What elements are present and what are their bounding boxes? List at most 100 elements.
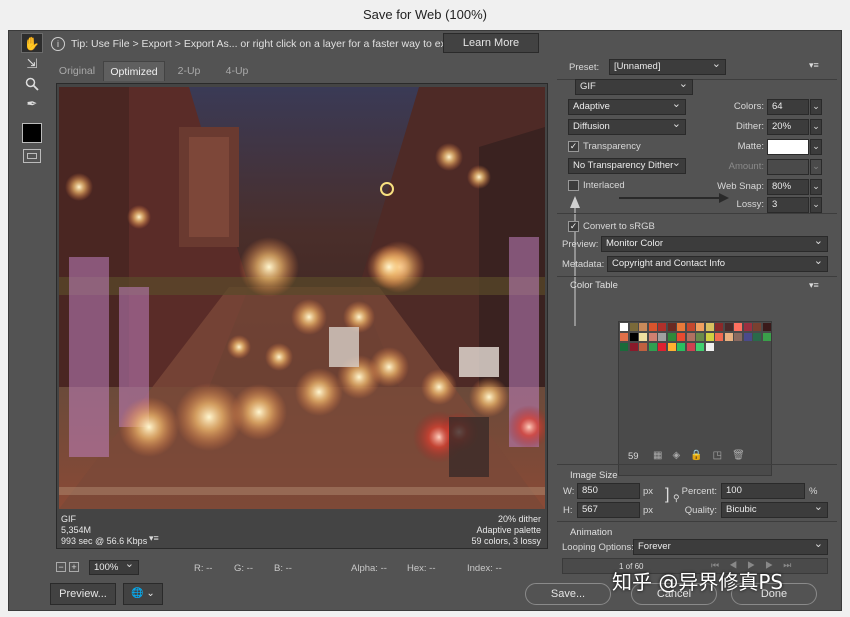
zoom-out-button[interactable]: − [56,562,66,572]
width-input[interactable]: 850 [577,483,640,499]
color-swatch[interactable] [639,343,647,351]
color-swatch[interactable] [639,333,647,341]
file-format-select[interactable]: GIF [575,79,693,95]
amount-input [767,159,809,175]
color-swatch[interactable] [677,323,685,331]
color-swatch[interactable] [753,333,761,341]
color-swatch[interactable] [620,343,628,351]
toggle-slices-visibility-icon[interactable] [23,149,41,163]
learn-more-button[interactable]: Learn More [443,33,539,53]
preset-select[interactable]: [Unnamed] [609,59,726,75]
color-swatch[interactable] [620,333,628,341]
matte-dropdown-icon[interactable]: ⌄ [810,139,822,155]
color-swatch[interactable] [639,323,647,331]
new-color-icon[interactable]: ◳ [713,450,732,461]
lossy-dropdown-icon[interactable]: ⌄ [810,197,822,213]
color-swatch[interactable] [705,343,714,351]
color-swatch[interactable] [743,323,752,331]
quality-label: Quality: [684,505,717,516]
color-swatch[interactable] [734,333,742,341]
color-swatch[interactable] [743,333,752,341]
color-swatch[interactable] [648,323,657,331]
color-swatch[interactable] [696,323,704,331]
color-swatch[interactable] [658,333,666,341]
color-swatch[interactable] [724,323,733,331]
zoom-level-select[interactable]: 100% [89,560,139,575]
transparency-dither-select[interactable]: No Transparency Dither [568,158,686,174]
height-input[interactable]: 567 [577,502,640,518]
eyedropper-tool-icon[interactable]: ✒ [21,94,43,114]
color-swatch[interactable] [696,343,704,351]
color-swatch[interactable] [677,343,685,351]
readout-alpha: Alpha: -- [351,563,387,574]
color-swatch[interactable] [648,343,657,351]
color-table-menu-icon[interactable]: ▾≡ [809,280,819,291]
preview-color-select[interactable]: Monitor Color [601,236,828,252]
dither-input[interactable]: 20% [767,119,809,135]
dither-dropdown-icon[interactable]: ⌄ [810,119,822,135]
zoom-in-button[interactable]: + [69,562,79,572]
zoom-tool-icon[interactable] [21,74,43,94]
color-swatch[interactable] [667,323,676,331]
color-swatch[interactable] [686,323,695,331]
color-swatch[interactable] [667,333,676,341]
web-snap-dropdown-icon[interactable]: ⌄ [810,179,822,195]
color-swatch[interactable] [658,343,666,351]
color-swatch[interactable] [705,323,714,331]
browser-select-button[interactable]: 🌐 ⌄ [123,583,163,605]
tab-2-up[interactable]: 2-Up [165,61,213,81]
hand-tool-icon[interactable]: ✋ [21,33,43,53]
color-swatch[interactable] [686,343,695,351]
color-swatch[interactable] [753,323,761,331]
eyedropper-color-swatch[interactable] [22,123,42,143]
color-swatch[interactable] [686,333,695,341]
lossy-input[interactable]: 3 [767,197,809,213]
color-swatch[interactable] [762,323,771,331]
last-frame-icon[interactable]: ⏭ [783,560,801,570]
dither-algorithm-select[interactable]: Diffusion [568,119,686,135]
save-for-web-dialog: ✋ ⇲ ✒ i Tip: Use File > Export > Export … [8,30,842,611]
matte-color-swatch[interactable] [767,139,809,155]
delete-color-icon[interactable]: 🗑 [732,450,755,461]
color-swatch[interactable] [648,333,657,341]
map-to-web-icon[interactable]: ▦ [653,450,672,461]
colors-dropdown-icon[interactable]: ⌄ [810,99,822,115]
color-swatch[interactable] [696,333,704,341]
percent-unit: % [809,486,818,497]
color-swatch[interactable] [629,343,638,351]
tab-original[interactable]: Original [51,61,103,81]
lock-color-icon[interactable]: 🔒 [690,450,712,461]
color-swatch[interactable] [620,323,628,331]
transparency-shift-icon[interactable]: ◈ [672,450,690,461]
colors-input[interactable]: 64 [767,99,809,115]
save-button[interactable]: Save... [525,583,611,605]
convert-srgb-checkbox[interactable]: ✓ [568,221,579,232]
preview-colors-info: 59 colors, 3 lossy [471,536,541,546]
color-swatch[interactable] [629,333,638,341]
color-swatch[interactable] [734,323,742,331]
percent-input[interactable]: 100 [721,483,805,499]
color-swatch[interactable] [705,333,714,341]
quality-select[interactable]: Bicubic [721,502,828,518]
color-swatch[interactable] [677,333,685,341]
tab-optimized[interactable]: Optimized [103,61,165,81]
color-reduction-select[interactable]: Adaptive [568,99,686,115]
web-snap-input[interactable]: 80% [767,179,809,195]
preview-in-browser-button[interactable]: Preview... [50,583,116,605]
looping-options-select[interactable]: Forever [633,539,828,555]
transparency-checkbox[interactable]: ✓ [568,141,579,152]
preview-image[interactable] [59,87,545,509]
metadata-select[interactable]: Copyright and Contact Info [607,256,828,272]
color-swatch[interactable] [724,333,733,341]
preview-info-menu-icon[interactable]: ▾≡ [149,533,159,544]
width-unit: px [643,486,654,497]
color-swatch[interactable] [715,333,723,341]
slice-select-tool-icon[interactable]: ⇲ [21,54,43,74]
tab-4-up[interactable]: 4-Up [213,61,261,81]
color-swatch[interactable] [715,323,723,331]
color-swatch[interactable] [629,323,638,331]
color-swatch[interactable] [667,343,676,351]
color-swatch[interactable] [762,333,771,341]
optimize-menu-icon[interactable]: ▾≡ [809,60,819,71]
color-swatch[interactable] [658,323,666,331]
